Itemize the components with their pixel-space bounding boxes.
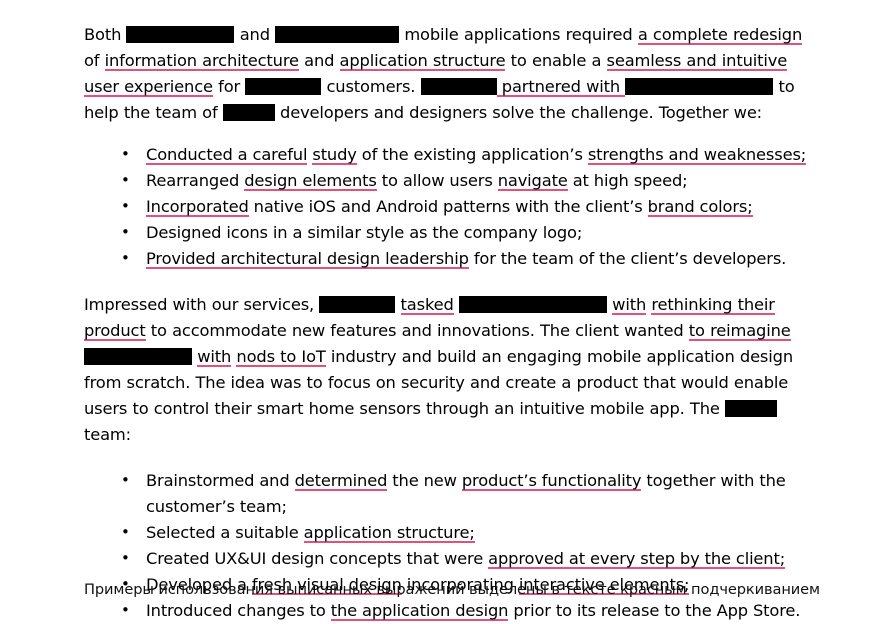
- text-run: Impressed with our services,: [84, 295, 320, 314]
- paragraph-2: Impressed with our services, tasked with…: [84, 292, 807, 448]
- text-run: prior to its release to the App Store.: [508, 601, 801, 620]
- highlighted-phrase: strengths and weaknesses;: [587, 145, 807, 165]
- highlighted-phrase: application structure;: [303, 523, 475, 543]
- list-item: Incorporated native iOS and Android patt…: [84, 193, 807, 220]
- redaction-block: [222, 104, 275, 121]
- paragraph-1: Both and mobile applications required a …: [84, 22, 807, 126]
- highlighted-phrase: with: [612, 295, 647, 315]
- text-run: of: [84, 51, 105, 70]
- list-item: Created UX&UI design concepts that were …: [84, 545, 807, 572]
- highlighted-phrase: to reimagine: [688, 321, 791, 341]
- text-run: of the existing application’s: [356, 145, 588, 164]
- highlighted-phrase: product’s functionality: [461, 471, 642, 491]
- text-run: at high speed;: [567, 171, 688, 190]
- list-item: Selected a suitable application structur…: [84, 519, 807, 546]
- list-item: Provided architectural design leadership…: [84, 245, 807, 272]
- highlighted-phrase: study: [312, 145, 357, 165]
- highlighted-phrase: tasked: [400, 295, 454, 315]
- text-run: team:: [84, 425, 131, 444]
- text-run: and: [234, 25, 276, 44]
- redaction-block: [724, 400, 777, 417]
- highlighted-phrase: brand colors;: [647, 197, 753, 217]
- redaction-block: [84, 348, 192, 365]
- list-item: Designed icons in a similar style as the…: [84, 219, 807, 246]
- list-item: Brainstormed and determined the new prod…: [84, 467, 807, 520]
- highlighted-phrase: Incorporated: [146, 197, 249, 217]
- text-run: Designed icons in a similar style as the…: [146, 223, 583, 242]
- text-run: for: [212, 77, 246, 96]
- text-run: [395, 295, 400, 314]
- highlighted-phrase: design elements: [244, 171, 377, 191]
- highlighted-phrase: application structure: [339, 51, 506, 71]
- text-run: Selected a suitable: [146, 523, 304, 542]
- document-page: Both and mobile applications required a …: [0, 0, 887, 623]
- text-run: Both: [84, 25, 127, 44]
- bullet-list-1: Conducted a careful study of the existin…: [84, 141, 807, 272]
- list-item: Introduced changes to the application de…: [84, 597, 807, 624]
- highlighted-phrase: with: [197, 347, 232, 367]
- redaction-block: [319, 296, 396, 313]
- bullet-list-2: Brainstormed and determined the new prod…: [84, 467, 807, 624]
- footer-note: Примеры использования выписанных выражен…: [84, 581, 820, 598]
- highlighted-phrase: Conducted a careful: [146, 145, 308, 165]
- highlighted-phrase: a complete redesign: [637, 25, 803, 45]
- text-run: for the team of the client’s developers.: [468, 249, 787, 268]
- highlighted-phrase: nods to IoT: [236, 347, 326, 367]
- redaction-block: [458, 296, 607, 313]
- text-run: developers and designers solve the chall…: [274, 103, 763, 122]
- list-item: Conducted a careful study of the existin…: [84, 141, 807, 168]
- redaction-block: [245, 78, 322, 95]
- highlighted-phrase: partnered with: [496, 77, 626, 97]
- text-run: Rearranged: [146, 171, 245, 190]
- text-run: to enable a: [505, 51, 607, 70]
- text-run: to accommodate new features and innovati…: [145, 321, 689, 340]
- text-run: native iOS and Android patterns with the…: [248, 197, 648, 216]
- text-run: and: [298, 51, 340, 70]
- highlighted-phrase: approved at every step by the client;: [488, 549, 786, 569]
- redaction-block: [275, 26, 400, 43]
- text-run: customers.: [321, 77, 421, 96]
- text-run: the new: [387, 471, 462, 490]
- redaction-block: [126, 26, 235, 43]
- redaction-block: [420, 78, 497, 95]
- highlighted-phrase: Provided architectural design leadership: [146, 249, 469, 269]
- text-run: mobile applications required: [399, 25, 638, 44]
- text-run: to allow users: [376, 171, 498, 190]
- text-run: Brainstormed and: [146, 471, 295, 490]
- highlighted-phrase: the application design: [330, 601, 509, 621]
- text-run: Created UX&UI design concepts that were: [146, 549, 489, 568]
- highlighted-phrase: determined: [294, 471, 388, 491]
- highlighted-phrase: navigate: [497, 171, 568, 191]
- text-run: Introduced changes to: [146, 601, 331, 620]
- list-item: Rearranged design elements to allow user…: [84, 167, 807, 194]
- redaction-block: [625, 78, 774, 95]
- highlighted-phrase: information architecture: [104, 51, 299, 71]
